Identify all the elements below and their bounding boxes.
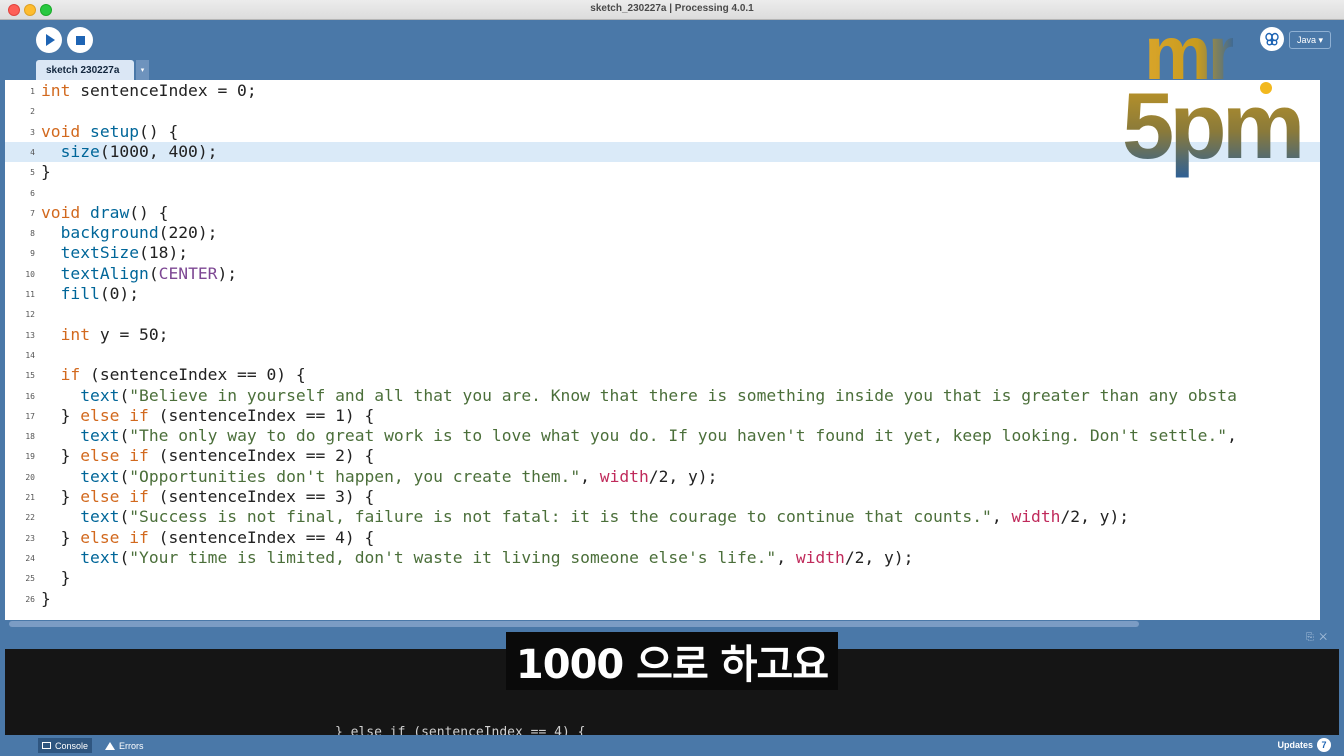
line-number: 19 [25,452,35,462]
code-text: } [41,162,51,182]
tab-sketch[interactable]: sketch 230227a [36,60,134,80]
code-text: } [41,588,51,608]
code-text: } else if (sentenceIndex == 2) { [41,446,375,466]
code-text: textSize(18); [60,243,189,263]
code-line[interactable]: 9 textSize(18); [5,243,1320,263]
code-line[interactable]: 6 [5,183,1320,203]
code-text: int y = 50; [60,324,169,344]
console-toolbar-icons[interactable]: ⎘ ✕ [1306,632,1327,643]
code-text: } else if (sentenceIndex == 4) { [41,527,375,547]
line-number: 6 [30,188,35,198]
code-line[interactable]: 7 void draw() { [5,203,1320,223]
line-number: 7 [30,208,35,218]
line-number: 12 [25,310,35,320]
vertical-scrollbar[interactable] [1322,80,1334,640]
line-number: 23 [25,533,35,543]
warning-icon [105,741,115,750]
code-text: void draw() { [41,202,169,222]
code-text: size(1000, 400); [60,141,218,161]
line-number: 5 [30,168,35,178]
code-line[interactable]: 15 if (sentenceIndex == 0) { [5,365,1320,385]
code-line[interactable]: 13 int y = 50; [5,325,1320,345]
code-text: fill(0); [60,284,140,303]
code-line[interactable]: 16 text("Believe in yourself and all tha… [5,386,1320,406]
line-number: 10 [25,269,35,279]
line-number: 14 [25,350,35,360]
code-text: text("The only way to do great work is t… [80,426,1237,446]
line-number: 18 [25,432,35,442]
run-button[interactable] [36,27,62,53]
channel-logo: mr 5pm [1120,11,1310,184]
line-number: 17 [25,411,35,421]
console-tab-label: Console [55,740,89,751]
code-text: text("Opportunities don't happen, you cr… [80,466,718,486]
code-line[interactable]: 8 background(220); [5,223,1320,243]
code-line[interactable]: 23 } else if (sentenceIndex == 4) { [5,528,1320,548]
code-line[interactable]: 26} [5,589,1320,609]
updates-label: Updates [1277,740,1313,750]
code-line[interactable]: 14 [5,345,1320,365]
code-text: background(220); [60,223,218,243]
code-text: } else if (sentenceIndex == 1) { [41,405,375,425]
line-number: 8 [30,229,35,239]
video-subtitle: 1000 으로 하고요 [506,632,838,690]
code-text: } [41,568,71,588]
code-line[interactable]: 12 [5,304,1320,324]
stop-button[interactable] [67,27,93,53]
ide-right-border [1339,20,1344,756]
errors-tab-label: Errors [119,740,144,751]
line-number: 2 [30,107,35,117]
code-text: if (sentenceIndex == 0) { [60,365,306,385]
code-line[interactable]: 22 text("Success is not final, failure i… [5,507,1320,527]
code-line[interactable]: 25 } [5,568,1320,588]
stop-icon [75,35,85,45]
line-number: 9 [30,249,35,259]
line-number: 3 [30,127,35,137]
line-number: 1 [30,87,35,96]
line-number: 26 [25,594,35,604]
line-number: 16 [25,391,35,401]
code-line[interactable]: 24 text("Your time is limited, don't was… [5,548,1320,568]
line-number: 13 [25,330,35,340]
code-text: int sentenceIndex = 0; [41,81,257,100]
status-bar: Console Errors Updates 7 [5,735,1339,756]
window-title: sketch_230227a | Processing 4.0.1 [590,3,754,14]
code-line[interactable]: 17 } else if (sentenceIndex == 1) { [5,406,1320,426]
updates-indicator[interactable]: Updates 7 [1277,738,1331,752]
title-bar: sketch_230227a | Processing 4.0.1 [0,0,1344,20]
line-number: 22 [25,513,35,523]
code-text: textAlign(CENTER); [60,263,238,283]
code-text: void setup() { [41,121,179,141]
code-text: } else if (sentenceIndex == 3) { [41,487,375,506]
code-line[interactable]: 20 text("Opportunities don't happen, you… [5,467,1320,487]
updates-count-badge: 7 [1317,738,1331,752]
line-number: 24 [25,553,35,563]
errors-tab[interactable]: Errors [105,738,144,753]
code-text: text("Believe in yourself and all that y… [80,385,1237,405]
play-icon [46,34,55,46]
code-line[interactable]: 11 fill(0); [5,284,1320,304]
code-line[interactable]: 18 text("The only way to do great work i… [5,426,1320,446]
code-line[interactable]: 21 } else if (sentenceIndex == 3) { [5,487,1320,507]
tab-menu-button[interactable]: ▾ [136,60,149,80]
line-number: 15 [25,371,35,381]
logo-5pm-text: 5pm [1122,73,1305,178]
line-number: 4 [30,147,35,157]
code-line[interactable]: 10 textAlign(CENTER); [5,264,1320,284]
horizontal-scroll-thumb[interactable] [9,621,1139,627]
code-line[interactable]: 19 } else if (sentenceIndex == 2) { [5,446,1320,466]
code-text: text("Your time is limited, don't waste … [80,547,914,567]
console-tab[interactable]: Console [38,738,93,753]
line-number: 20 [25,472,35,482]
line-number: 25 [25,574,35,584]
line-number: 11 [25,290,35,299]
line-number: 21 [25,493,35,502]
console-icon [42,742,51,749]
console-output: } else if (sentenceIndex == 4) { [335,725,586,735]
code-text: text("Success is not final, failure is n… [80,507,1130,527]
